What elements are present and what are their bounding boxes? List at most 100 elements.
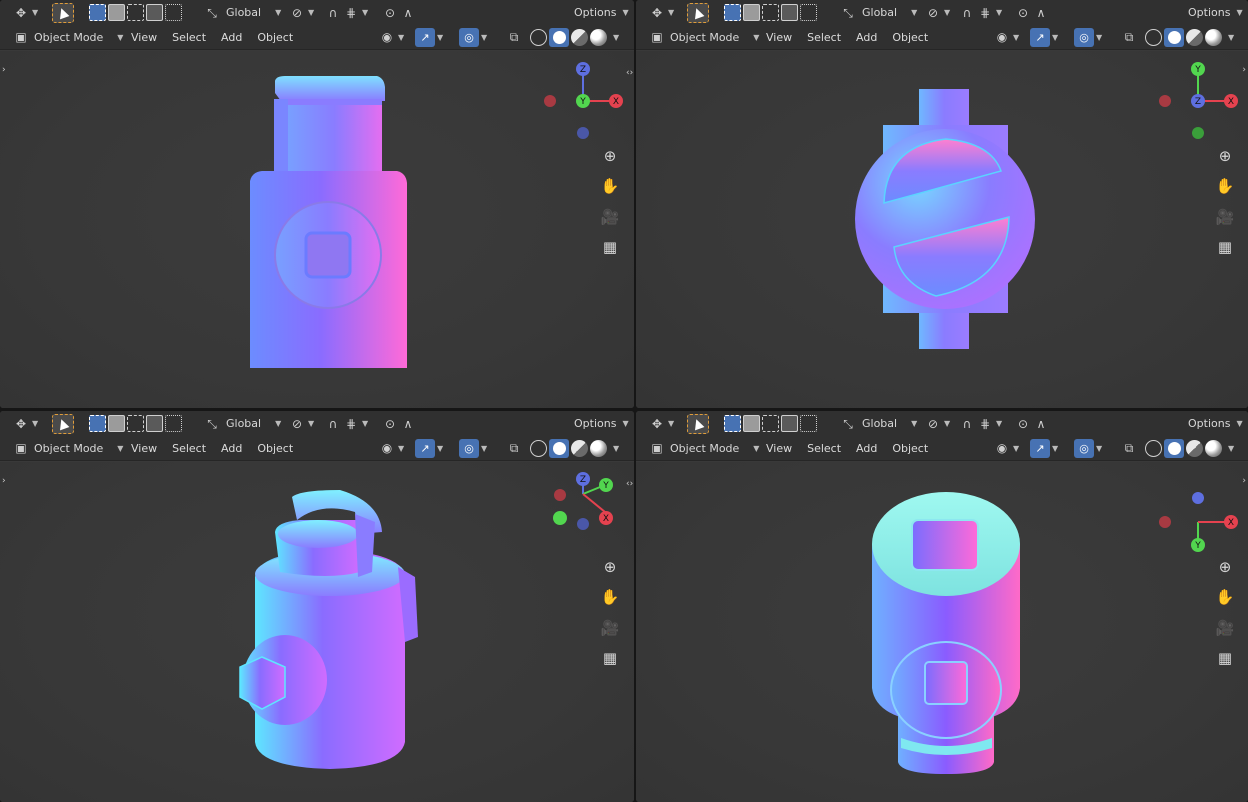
select-extend-icon[interactable] [743,4,760,21]
proportional-edit[interactable]: ⊙ ∧ [1014,4,1050,22]
select-new-icon[interactable] [724,4,741,21]
camera-icon[interactable]: 🎥 [1214,206,1236,228]
select-new-icon[interactable] [89,415,106,432]
select-intersect-icon[interactable] [800,415,817,432]
viewport-perspective[interactable]: ✥ ▼ ⤡ Global ▼ ⊘ ▼ ∩ ⋕ ▼ ⊙ ∧ Options ▼ ▣ Object M… [0,411,634,802]
viewport-front[interactable]: ✥ ▼ ⤡ Global ▼ ⊘ ▼ ∩ ⋕ ▼ ⊙ ∧ Options ▼ ▣ Object M… [0,0,634,408]
transform-orientation-dropdown[interactable]: ⤡ Global ▼ [203,4,281,22]
select-invert-icon[interactable] [146,4,163,21]
rendered-shading-icon[interactable] [1205,439,1222,457]
chevron-down-icon[interactable]: ▼ [613,444,619,453]
grid-icon[interactable]: ▦ [599,236,621,258]
menu-select[interactable]: Select [807,31,841,44]
select-extend-icon[interactable] [108,415,125,432]
select-extend-icon[interactable] [108,4,125,21]
select-tool-button[interactable] [687,2,709,23]
rendered-shading-icon[interactable] [590,439,607,457]
snapping-dropdown[interactable]: ⊘ ▼ [288,415,314,433]
rendered-shading-icon[interactable] [1205,28,1222,46]
transform-orientation-dropdown[interactable]: ⤡ Global ▼ [203,415,281,433]
hand-pan-icon[interactable]: ✋ [1214,586,1236,608]
menu-select[interactable]: Select [807,442,841,455]
menu-object[interactable]: Object [257,442,293,455]
selection-mode-group[interactable] [724,415,817,432]
material-shading-icon[interactable] [1186,439,1203,457]
proportional-edit[interactable]: ⊙ ∧ [381,415,417,433]
select-tool-button[interactable] [687,413,709,434]
select-tool-button[interactable] [52,413,74,434]
zoom-icon[interactable]: ⊕ [1214,556,1236,578]
solid-shading-icon[interactable] [549,27,569,47]
proportional-edit[interactable]: ⊙ ∧ [1014,415,1050,433]
wireframe-shading-icon[interactable] [1145,439,1162,457]
transform-pivot-menu[interactable]: ✥ ▼ [648,4,674,22]
zoom-icon[interactable]: ⊕ [599,556,621,578]
select-extend-icon[interactable] [743,415,760,432]
select-invert-icon[interactable] [781,415,798,432]
menu-select[interactable]: Select [172,31,206,44]
menu-object[interactable]: Object [257,31,293,44]
visibility-dropdown[interactable]: ◉ ▼ [378,28,404,46]
menu-select[interactable]: Select [172,442,206,455]
select-subtract-icon[interactable] [127,4,144,21]
solid-shading-icon[interactable] [1164,438,1184,458]
overlays-toggle[interactable]: ◎ ▼ [1074,27,1102,47]
xray-toggle[interactable]: ⧉ [505,28,523,46]
snap-toggle[interactable]: ∩ ⋕ ▼ [958,415,1003,433]
select-invert-icon[interactable] [781,4,798,21]
transform-pivot-menu[interactable]: ✥ ▼ [12,415,38,433]
overlays-toggle[interactable]: ◎ ▼ [459,438,487,458]
menu-view[interactable]: View [131,31,157,44]
grid-icon[interactable]: ▦ [599,647,621,669]
chevron-down-icon[interactable]: ▼ [613,33,619,42]
viewport-bottom[interactable]: ✥ ▼ ⤡ Global ▼ ⊘ ▼ ∩ ⋕ ▼ ⊙ ∧ Options ▼ ▣ Object M… [636,411,1248,802]
options-dropdown[interactable]: Options ▼ [1188,417,1243,430]
navigation-gizmo[interactable]: Z Y X [540,61,630,151]
transform-orientation-dropdown[interactable]: ⤡ Global ▼ [839,415,917,433]
select-subtract-icon[interactable] [127,415,144,432]
sidebar-toggle-icon[interactable]: ‹› [626,68,633,78]
sidebar-toggle-icon[interactable]: ‹› [626,479,633,489]
zoom-icon[interactable]: ⊕ [599,145,621,167]
overlays-toggle[interactable]: ◎ ▼ [1074,438,1102,458]
navigation-gizmo[interactable]: Z Y X [540,472,630,562]
transform-orientation-dropdown[interactable]: ⤡ Global ▼ [839,4,917,22]
select-invert-icon[interactable] [146,415,163,432]
visibility-dropdown[interactable]: ◉ ▼ [993,439,1019,457]
visibility-dropdown[interactable]: ◉ ▼ [378,439,404,457]
viewport-canvas[interactable]: › Y Z X ⊕ ✋ 🎥 ▦ [636,51,1248,408]
select-subtract-icon[interactable] [762,4,779,21]
rendered-shading-icon[interactable] [590,28,607,46]
viewport-top[interactable]: ✥ ▼ ⤡ Global ▼ ⊘ ▼ ∩ ⋕ ▼ ⊙ ∧ Options ▼ ▣ Object M… [636,0,1248,408]
snap-toggle[interactable]: ∩ ⋕ ▼ [324,415,369,433]
transform-pivot-menu[interactable]: ✥ ▼ [12,4,38,22]
camera-icon[interactable]: 🎥 [599,617,621,639]
options-dropdown[interactable]: Options ▼ [1188,6,1243,19]
snap-toggle[interactable]: ∩ ⋕ ▼ [958,4,1003,22]
material-shading-icon[interactable] [1186,28,1203,46]
selection-mode-group[interactable] [724,4,817,21]
material-shading-icon[interactable] [571,28,588,46]
viewport-canvas[interactable]: › X Y ⊕ ✋ 🎥 ▦ [636,462,1248,802]
visibility-dropdown[interactable]: ◉ ▼ [993,28,1019,46]
solid-shading-icon[interactable] [1164,27,1184,47]
camera-icon[interactable]: 🎥 [599,206,621,228]
mode-dropdown[interactable]: ▣ Object Mode ▼ [648,439,759,457]
gizmo-toggle[interactable]: ↗ ▼ [1030,438,1058,458]
menu-object[interactable]: Object [892,442,928,455]
viewport-canvas[interactable]: › Z Y X ⊕ ✋ 🎥 ▦ [0,462,634,802]
select-tool-button[interactable] [52,2,74,23]
mode-dropdown[interactable]: ▣ Object Mode ▼ [12,439,123,457]
hand-pan-icon[interactable]: ✋ [599,175,621,197]
chevron-down-icon[interactable]: ▼ [1228,33,1234,42]
xray-toggle[interactable]: ⧉ [505,439,523,457]
selection-mode-group[interactable] [89,415,182,432]
hand-pan-icon[interactable]: ✋ [1214,175,1236,197]
wireframe-shading-icon[interactable] [530,28,547,46]
material-shading-icon[interactable] [571,439,588,457]
select-new-icon[interactable] [89,4,106,21]
options-dropdown[interactable]: Options ▼ [574,6,629,19]
snapping-dropdown[interactable]: ⊘ ▼ [924,415,950,433]
select-new-icon[interactable] [724,415,741,432]
snapping-dropdown[interactable]: ⊘ ▼ [288,4,314,22]
